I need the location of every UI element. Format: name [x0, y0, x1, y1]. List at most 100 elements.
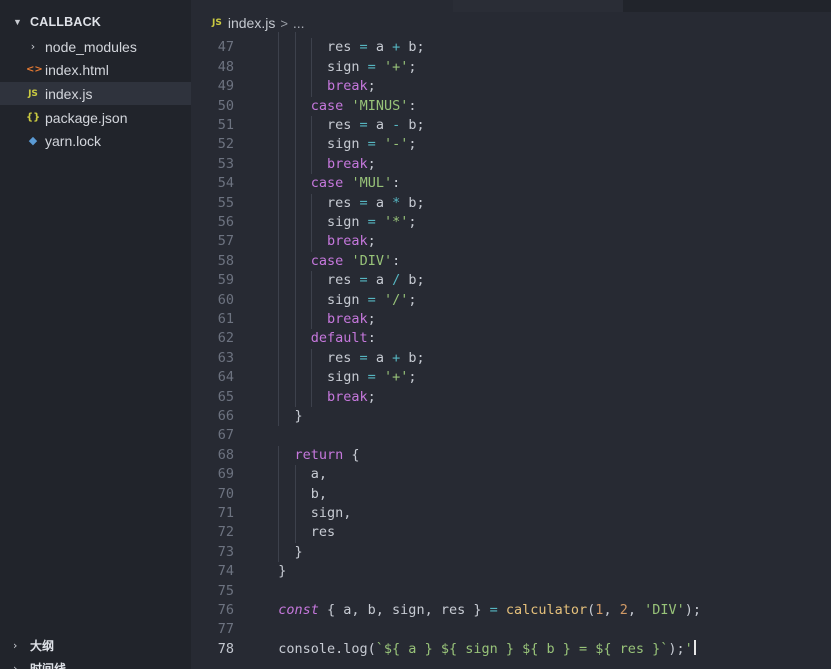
code-text: a, — [262, 466, 328, 483]
line-number: 73 — [217, 543, 234, 560]
code-editor[interactable]: 46 case 'PLUS':47 res = a + b;48 sign = … — [191, 32, 831, 669]
line-number: 70 — [217, 485, 234, 502]
code-line[interactable]: 65 break; — [191, 387, 831, 407]
explorer-folder-header[interactable]: ▼ CALLBACK — [0, 12, 191, 32]
tree-item-label: yarn.lock — [45, 132, 102, 149]
code-line[interactable]: 57 break; — [191, 232, 831, 252]
code-text: const { a, b, sign, res } = calculator(1… — [278, 602, 702, 618]
line-number: 59 — [217, 272, 234, 289]
line-number: 55 — [217, 194, 234, 211]
folder-name: CALLBACK — [30, 15, 102, 29]
code-line[interactable]: 74 } — [191, 562, 831, 581]
code-line[interactable]: 54 case 'MUL': — [191, 174, 831, 194]
code-text: b, — [262, 485, 328, 502]
code-text: case 'MUL': — [310, 175, 401, 192]
code-text: break; — [327, 311, 376, 327]
code-text: sign = '/'; — [262, 291, 417, 308]
code-text: res = a - b; — [262, 117, 425, 133]
line-number: 56 — [217, 214, 234, 230]
code-line[interactable]: 69 a, — [191, 465, 831, 485]
code-line[interactable]: 47 res = a + b; — [191, 38, 831, 58]
tab-inactive[interactable] — [453, 0, 623, 12]
code-line[interactable]: 66 } — [191, 407, 831, 427]
tree-item-index-html[interactable]: <> index.html — [0, 58, 191, 81]
html-file-icon: <> — [26, 64, 43, 75]
code-line[interactable]: 48 sign = '+'; — [191, 57, 831, 78]
code-text: break; — [327, 155, 376, 172]
tree-item-package-json[interactable]: {} package.json — [0, 106, 191, 129]
line-number: 63 — [217, 349, 234, 366]
panel-label: 大纲 — [30, 638, 55, 653]
chevron-right-icon: > — [280, 15, 288, 31]
code-line[interactable]: 61 break; — [191, 310, 831, 330]
line-number: 61 — [217, 311, 234, 327]
line-number: 47 — [217, 39, 234, 56]
code-line[interactable]: 63 res = a + b; — [191, 348, 831, 369]
breadcrumb: JS index.js > ... — [212, 13, 305, 33]
line-number: 67 — [217, 427, 234, 444]
code-line[interactable]: 52 sign = '-'; — [191, 135, 831, 155]
text-cursor — [693, 639, 696, 655]
code-line[interactable]: 55 res = a * b; — [191, 193, 831, 213]
code-line[interactable]: 67 — [191, 426, 831, 445]
code-line[interactable]: 76 const { a, b, sign, res } = calculato… — [191, 601, 831, 620]
code-line[interactable]: 60 sign = '/'; — [191, 290, 831, 310]
js-file-icon: JS — [28, 88, 38, 99]
chevron-right-icon: › — [30, 40, 36, 53]
code-text: sign, — [262, 505, 352, 521]
panel-header-0[interactable]: › 大纲 — [0, 635, 191, 655]
code-text: res — [262, 524, 336, 541]
code-line[interactable]: 50 case 'MINUS': — [191, 96, 831, 116]
code-text: res = a / b; — [262, 272, 425, 289]
code-line[interactable]: 64 sign = '+'; — [191, 368, 831, 388]
code-line[interactable]: 58 case 'DIV': — [191, 251, 831, 272]
code-line[interactable]: 78 console.log(`${ a } ${ sign } ${ b } … — [191, 639, 831, 659]
code-text: res = a + b; — [262, 349, 425, 366]
tree-item-node-modules[interactable]: › node_modules — [0, 35, 191, 58]
code-text: res = a * b; — [262, 194, 425, 211]
code-line[interactable]: 71 sign, — [191, 504, 831, 524]
panel-header-1[interactable]: › 时间线 — [0, 658, 191, 669]
code-line[interactable]: 70 b, — [191, 484, 831, 504]
chevron-right-icon: › — [13, 638, 18, 652]
code-line[interactable]: 51 res = a - b; — [191, 116, 831, 136]
tree-item-index-js[interactable]: JS index.js — [0, 82, 191, 105]
line-number: 75 — [217, 582, 234, 599]
code-line[interactable]: 49 break; — [191, 77, 831, 97]
line-number: 64 — [217, 369, 234, 386]
code-text: sign = '*'; — [262, 214, 417, 230]
line-number: 54 — [217, 175, 234, 192]
tree-item-yarn-lock[interactable]: ◆ yarn.lock — [0, 129, 191, 152]
code-line[interactable]: 53 break; — [191, 154, 831, 175]
code-line[interactable]: 72 res — [191, 523, 831, 543]
explorer-sidebar: ▼ CALLBACK › node_modules <> index.html JS in… — [0, 0, 191, 669]
code-text: return { — [294, 446, 360, 463]
line-number: 51 — [217, 117, 234, 133]
tab-index-js[interactable] — [191, 0, 453, 12]
line-number: 53 — [217, 155, 234, 172]
code-line[interactable]: 56 sign = '*'; — [191, 213, 831, 233]
code-line[interactable]: 73 } — [191, 542, 831, 563]
code-text: break; — [327, 233, 376, 250]
code-text: res = a + b; — [262, 39, 425, 56]
code-line[interactable]: 77 — [191, 620, 831, 639]
breadcrumb-file[interactable]: index.js — [228, 15, 275, 31]
json-file-icon: {} — [26, 112, 41, 123]
tree-item-label: index.html — [45, 61, 109, 78]
code-line[interactable]: 75 — [191, 582, 831, 601]
code-text: } — [262, 408, 303, 424]
code-line[interactable]: 59 res = a / b; — [191, 271, 831, 291]
line-number: 68 — [217, 446, 234, 463]
code-line[interactable]: 62 default: — [191, 329, 831, 349]
tree-item-label: index.js — [45, 85, 93, 102]
line-number: 49 — [217, 78, 234, 95]
code-line[interactable]: 68 return { — [191, 445, 831, 466]
breadcrumb-more[interactable]: ... — [293, 15, 305, 31]
code-text: sign = '-'; — [262, 136, 417, 153]
code-text: break; — [327, 78, 376, 95]
code-text: console.log(`${ a } ${ sign } ${ b } = $… — [262, 639, 696, 659]
code-text: sign = '+'; — [262, 58, 417, 75]
tree-item-label: package.json — [45, 109, 128, 126]
code-text: case 'MINUS': — [310, 97, 417, 114]
js-file-icon: JS — [212, 18, 222, 28]
